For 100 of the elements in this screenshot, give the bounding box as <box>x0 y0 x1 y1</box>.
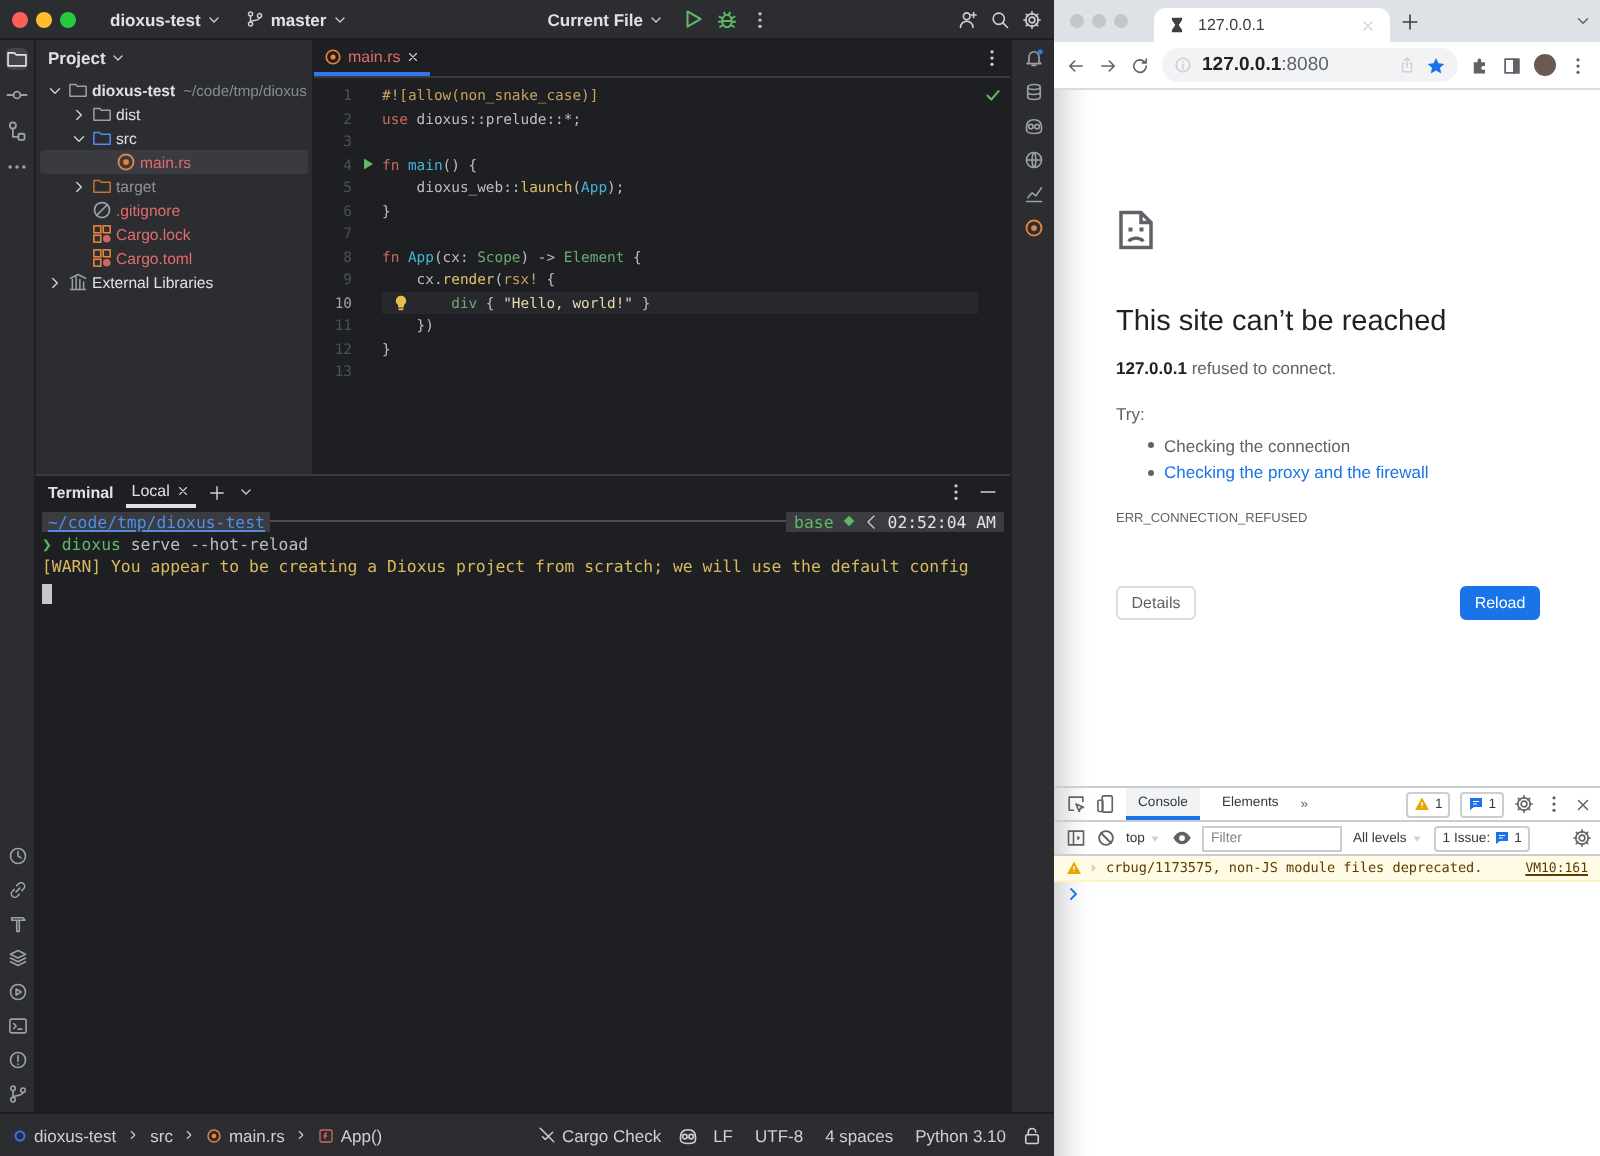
new-tab-icon[interactable] <box>1400 11 1420 31</box>
library-icon <box>68 272 88 292</box>
structure-icon[interactable] <box>6 120 28 142</box>
suggestion-link[interactable]: Checking the proxy and the firewall <box>1164 462 1429 483</box>
warning-icon <box>1066 860 1082 876</box>
message-icon <box>1494 830 1511 846</box>
forward-arrow-icon[interactable] <box>1098 55 1118 75</box>
search-icon[interactable] <box>990 9 1010 29</box>
chevron-right-icon <box>294 1128 309 1142</box>
details-button[interactable]: Details <box>1116 586 1196 620</box>
bullet <box>1148 469 1154 476</box>
caret-icon <box>1148 831 1163 845</box>
close-window-button[interactable] <box>12 11 28 27</box>
bullet <box>1148 442 1154 449</box>
star-icon[interactable] <box>1426 55 1446 75</box>
chevron-down-icon[interactable] <box>237 484 254 500</box>
crossed-check-icon <box>537 1126 556 1144</box>
minimize-window-button[interactable] <box>36 11 52 27</box>
status-widget[interactable]: 4 spaces <box>819 1125 900 1145</box>
settings-icon[interactable] <box>1572 828 1592 848</box>
chevron-right-icon[interactable] <box>70 105 88 123</box>
cog-file-icon <box>116 152 136 172</box>
zoom-window-button[interactable] <box>60 11 76 27</box>
terminal-line: [WARN] You appear to be creating a Dioxus project from scratch; we will use the default config <box>42 556 971 579</box>
warning-icon <box>1414 796 1431 812</box>
alert-icon[interactable] <box>7 1050 27 1070</box>
environment-name: base <box>794 511 834 532</box>
avatar[interactable] <box>1534 54 1556 76</box>
reload-button[interactable]: Reload <box>1460 586 1540 620</box>
run-icon[interactable] <box>682 8 705 30</box>
close-icon[interactable] <box>1574 795 1592 813</box>
folder-icon[interactable] <box>6 48 28 70</box>
layers-icon[interactable] <box>7 948 27 968</box>
status-widget[interactable]: LF <box>707 1125 739 1145</box>
caret-icon <box>1410 831 1425 845</box>
light-bulb-icon[interactable] <box>392 293 410 311</box>
project-dot-icon <box>12 1127 28 1143</box>
message-icon <box>1468 796 1485 812</box>
cog-file-icon <box>206 1127 223 1143</box>
status-widget[interactable]: Cargo Check <box>531 1125 668 1145</box>
browser-tab[interactable]: 127.0.0.1 <box>1154 8 1390 42</box>
reload-icon[interactable] <box>1130 55 1150 75</box>
add-user-icon[interactable] <box>958 9 978 29</box>
sidebar-icon[interactable] <box>1502 55 1522 75</box>
console-prompt-icon[interactable] <box>1066 886 1082 902</box>
status-widget[interactable]: UTF-8 <box>749 1125 810 1145</box>
back-arrow-icon[interactable] <box>1066 55 1086 75</box>
hammer-icon[interactable] <box>7 914 27 934</box>
chevron-right-icon[interactable] <box>70 177 88 195</box>
diamond-icon <box>841 514 856 529</box>
hourglass-icon <box>1168 16 1186 34</box>
chart-icon[interactable] <box>1023 184 1043 204</box>
sidebar-toggle-icon[interactable] <box>1066 828 1086 848</box>
run-configuration-selector[interactable]: Current File <box>541 7 671 31</box>
no-problems-check-icon <box>984 86 1002 104</box>
angle-icon <box>863 513 880 530</box>
project-switcher[interactable]: dioxus-test <box>104 7 229 31</box>
globe-icon[interactable] <box>1023 150 1043 170</box>
editor-tab[interactable]: main.rs <box>314 40 431 76</box>
eye-icon[interactable] <box>1172 828 1193 848</box>
panel-title: Terminal <box>48 483 114 501</box>
inspect-icon[interactable] <box>1066 794 1086 814</box>
breadcrumb[interactable]: App() <box>318 1125 383 1145</box>
puzzle-icon[interactable] <box>1470 55 1490 75</box>
branch-switcher[interactable]: master <box>240 7 355 31</box>
terminal-line: ❯ dioxus serve --hot-reload <box>42 533 311 556</box>
status-widget[interactable]: Python 3.10 <box>909 1125 1012 1145</box>
link-icon[interactable] <box>7 880 27 900</box>
breadcrumb[interactable]: src <box>150 1125 173 1145</box>
address-bar[interactable]: 127.0.0.1:8080 <box>1162 48 1458 82</box>
terminal-tab[interactable]: Local <box>125 477 196 507</box>
breadcrumb[interactable]: main.rs <box>206 1125 285 1145</box>
chevron-right-icon <box>126 1128 141 1142</box>
folder-icon <box>92 176 112 196</box>
lock-icon[interactable] <box>1022 1125 1042 1145</box>
clock-icon[interactable] <box>7 846 27 866</box>
play-circle-icon[interactable] <box>7 982 27 1002</box>
cog-icon[interactable] <box>1023 218 1043 238</box>
bell-icon[interactable] <box>1023 48 1043 68</box>
panel-title[interactable]: Project <box>36 40 312 78</box>
run-icon[interactable] <box>359 156 375 173</box>
database-icon[interactable] <box>1023 82 1043 102</box>
block-icon[interactable] <box>1096 828 1116 848</box>
boxes-icon <box>92 224 112 244</box>
text-cursor <box>42 583 52 603</box>
goggles-icon[interactable] <box>677 1125 698 1145</box>
error-title: This site can’t be reached <box>1116 306 1449 338</box>
branch-icon <box>246 10 265 28</box>
cog-file-icon <box>324 47 342 65</box>
terminal-icon[interactable] <box>7 1016 27 1036</box>
chevron-right-icon[interactable] <box>46 273 64 291</box>
add-icon[interactable] <box>207 483 226 501</box>
branch-icon[interactable] <box>7 1084 27 1104</box>
bug-icon[interactable] <box>716 8 739 30</box>
settings-icon[interactable] <box>1514 794 1534 814</box>
goggles-icon[interactable] <box>1023 116 1043 136</box>
breadcrumb[interactable]: dioxus-test <box>12 1125 117 1145</box>
try-label: Try: <box>1116 404 1147 424</box>
device-icon[interactable] <box>1096 794 1116 814</box>
suggestion-text: Checking the connection <box>1164 435 1351 456</box>
